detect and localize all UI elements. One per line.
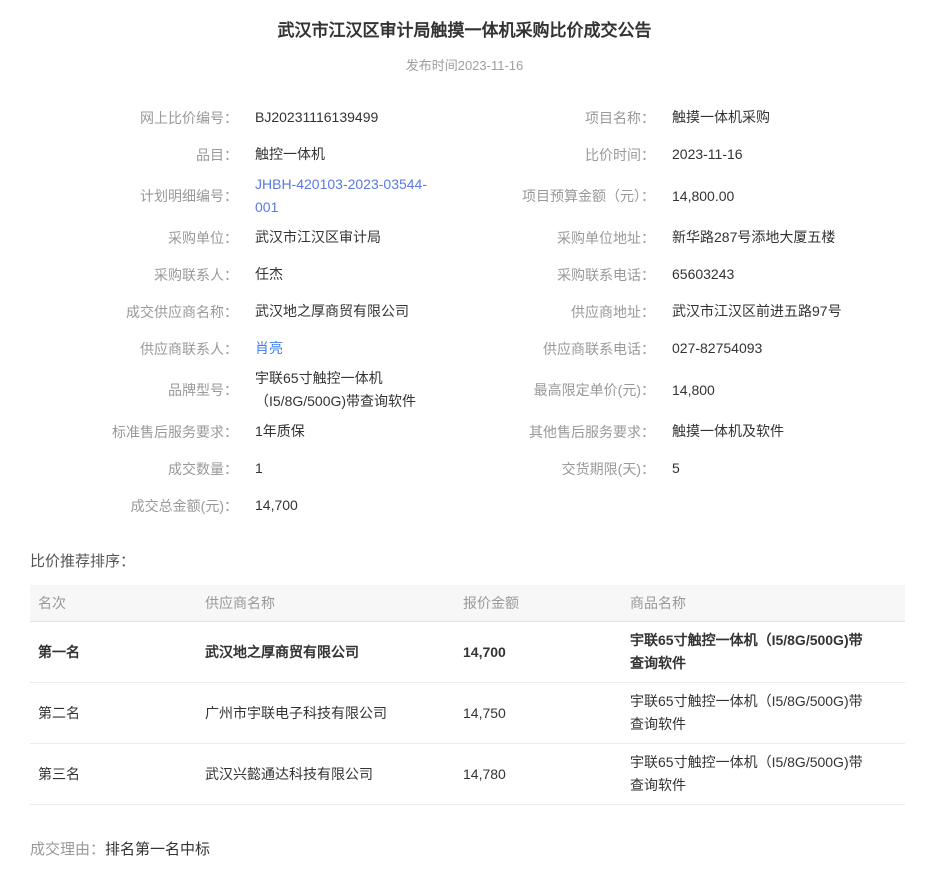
form-row: 标准售后服务要求： 1年质保 其他售后服务要求： 触摸一体机及软件: [30, 413, 905, 450]
ranking-table-header: 名次 供应商名称 报价金额 商品名称: [30, 585, 905, 622]
value-purchaser-phone: 65603243: [655, 263, 905, 286]
form-row: 采购单位： 武汉市江汉区审计局 采购单位地址： 新华路287号添地大厦五楼: [30, 219, 905, 256]
value-project-name: 触摸一体机采购: [655, 106, 905, 129]
page-title: 武汉市江汉区审计局触摸一体机采购比价成交公告: [0, 0, 929, 41]
cell-product: 宇联65寸触控一体机（I5/8G/500G)带 查询软件: [622, 683, 905, 743]
form-row: 供应商联系人： 肖亮 供应商联系电话： 027-82754093: [30, 330, 905, 367]
form-row: 品目： 触控一体机 比价时间： 2023-11-16: [30, 136, 905, 173]
label-total-amount: 成交总金额(元)：: [30, 496, 238, 516]
cell-supplier: 武汉兴懿通达科技有限公司: [197, 756, 455, 793]
label-standard-after-sales: 标准售后服务要求：: [30, 422, 238, 442]
cell-product: 宇联65寸触控一体机（I5/8G/500G)带 查询软件: [622, 744, 905, 804]
cell-price: 14,780: [455, 756, 622, 793]
value-online-price-code: BJ20231116139499: [238, 106, 500, 129]
form-row: 网上比价编号： BJ20231116139499 项目名称： 触摸一体机采购: [30, 99, 905, 136]
value-budget-amount: 14,800.00: [655, 185, 905, 208]
label-purchaser-unit: 采购单位：: [30, 228, 238, 248]
value-standard-after-sales: 1年质保: [238, 420, 500, 443]
table-row: 第一名 武汉地之厚商贸有限公司 14,700 宇联65寸触控一体机（I5/8G/…: [30, 622, 905, 683]
header-rank: 名次: [30, 593, 197, 613]
form-row: 成交总金额(元)： 14,700: [30, 487, 905, 524]
label-budget-amount: 项目预算金额（元）：: [500, 186, 655, 206]
header-product-name: 商品名称: [622, 593, 905, 613]
label-online-price-code: 网上比价编号：: [30, 108, 238, 128]
label-max-unit-price: 最高限定单价(元)：: [500, 380, 655, 400]
label-category: 品目：: [30, 145, 238, 165]
value-total-amount: 14,700: [238, 494, 500, 517]
value-max-unit-price: 14,800: [655, 379, 905, 402]
label-purchaser-contact: 采购联系人：: [30, 265, 238, 285]
ranking-table: 名次 供应商名称 报价金额 商品名称 第一名 武汉地之厚商贸有限公司 14,70…: [30, 585, 905, 805]
cell-price: 14,750: [455, 695, 622, 732]
supplier-contact-link[interactable]: 肖亮: [255, 340, 283, 356]
plan-detail-number-link[interactable]: JHBH-420103-2023-03544- 001: [255, 176, 427, 215]
label-supplier-contact: 供应商联系人：: [30, 339, 238, 359]
deal-reason-value: 排名第一名中标: [105, 841, 210, 858]
label-purchaser-phone: 采购联系电话：: [500, 265, 655, 285]
header-quote-amount: 报价金额: [455, 593, 622, 613]
value-purchaser-contact: 任杰: [238, 263, 500, 286]
value-brand-model: 宇联65寸触控一体机 （I5/8G/500G)带查询软件: [238, 367, 500, 413]
form-row: 成交数量： 1 交货期限(天)： 5: [30, 450, 905, 487]
value-purchaser-unit: 武汉市江汉区审计局: [238, 226, 500, 249]
announcement-page: 武汉市江汉区审计局触摸一体机采购比价成交公告 发布时间2023-11-16 网上…: [0, 0, 929, 859]
label-project-name: 项目名称：: [500, 108, 655, 128]
cell-price: 14,700: [455, 634, 622, 671]
publish-date: 发布时间2023-11-16: [0, 55, 929, 74]
cell-rank: 第一名: [30, 634, 197, 671]
form-row: 计划明细编号： JHBH-420103-2023-03544- 001 项目预算…: [30, 173, 905, 219]
header-supplier-name: 供应商名称: [197, 593, 455, 613]
value-delivery-days: 5: [655, 457, 905, 480]
value-supplier-address: 武汉市江汉区前进五路97号: [655, 300, 905, 323]
label-delivery-days: 交货期限(天)：: [500, 459, 655, 479]
table-row: 第二名 广州市宇联电子科技有限公司 14,750 宇联65寸触控一体机（I5/8…: [30, 683, 905, 744]
label-other-after-sales: 其他售后服务要求：: [500, 422, 655, 442]
deal-reason-label: 成交理由：: [30, 841, 105, 858]
label-brand-model: 品牌型号：: [30, 380, 238, 400]
detail-form: 网上比价编号： BJ20231116139499 项目名称： 触摸一体机采购 品…: [30, 99, 905, 524]
label-compare-time: 比价时间：: [500, 145, 655, 165]
form-row: 成交供应商名称： 武汉地之厚商贸有限公司 供应商地址： 武汉市江汉区前进五路97…: [30, 293, 905, 330]
cell-supplier: 武汉地之厚商贸有限公司: [197, 634, 455, 671]
value-other-after-sales: 触摸一体机及软件: [655, 420, 905, 443]
label-purchaser-address: 采购单位地址：: [500, 228, 655, 248]
value-purchaser-address: 新华路287号添地大厦五楼: [655, 226, 905, 249]
value-category: 触控一体机: [238, 143, 500, 166]
label-deal-quantity: 成交数量：: [30, 459, 238, 479]
cell-rank: 第三名: [30, 756, 197, 793]
form-row: 品牌型号： 宇联65寸触控一体机 （I5/8G/500G)带查询软件 最高限定单…: [30, 367, 905, 413]
label-supplier-address: 供应商地址：: [500, 302, 655, 322]
value-compare-time: 2023-11-16: [655, 143, 905, 166]
cell-rank: 第二名: [30, 695, 197, 732]
label-winning-supplier: 成交供应商名称：: [30, 302, 238, 322]
table-row: 第三名 武汉兴懿通达科技有限公司 14,780 宇联65寸触控一体机（I5/8G…: [30, 744, 905, 805]
value-supplier-phone: 027-82754093: [655, 337, 905, 360]
label-supplier-phone: 供应商联系电话：: [500, 339, 655, 359]
form-row: 采购联系人： 任杰 采购联系电话： 65603243: [30, 256, 905, 293]
value-deal-quantity: 1: [238, 457, 500, 480]
cell-product: 宇联65寸触控一体机（I5/8G/500G)带 查询软件: [622, 622, 905, 682]
value-winning-supplier: 武汉地之厚商贸有限公司: [238, 300, 500, 323]
label-plan-detail-number: 计划明细编号：: [30, 186, 238, 206]
deal-reason: 成交理由：排名第一名中标: [30, 838, 929, 859]
ranking-section-title: 比价推荐排序：: [30, 550, 929, 571]
cell-supplier: 广州市宇联电子科技有限公司: [197, 695, 455, 732]
